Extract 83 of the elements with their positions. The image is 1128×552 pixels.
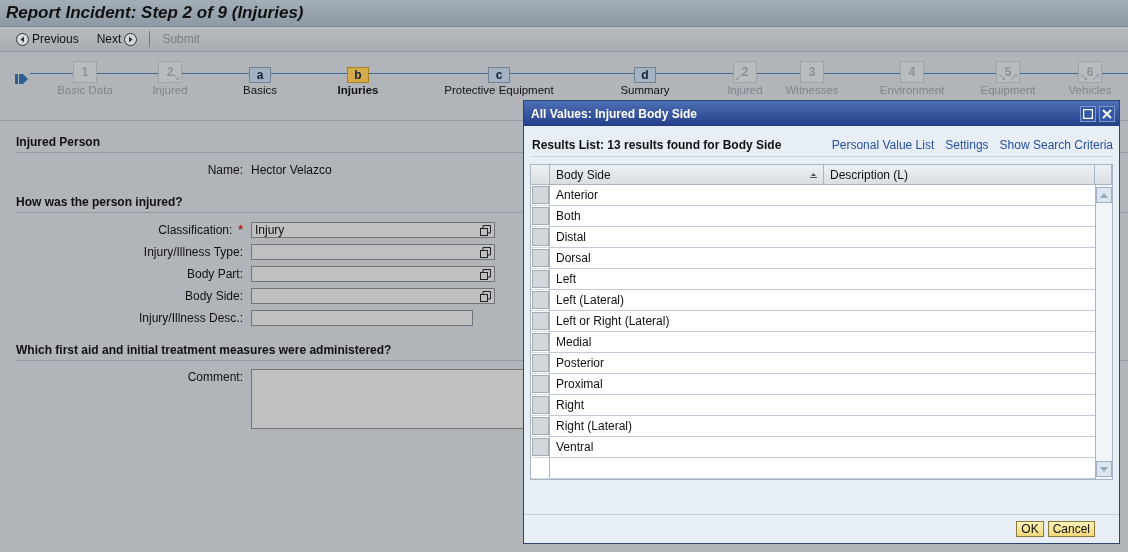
table-cell[interactable]: Proximal — [550, 374, 824, 395]
table-cell[interactable]: Ventral — [550, 437, 824, 458]
value-help-icon[interactable] — [480, 290, 491, 302]
lookup-field[interactable] — [251, 244, 495, 260]
arrow-icon[interactable] — [736, 74, 742, 80]
results-title: Results List: 13 results found for Body Side — [532, 138, 783, 152]
up-arrow-icon — [1100, 192, 1108, 198]
scroll-down-button[interactable] — [1096, 461, 1112, 477]
dialog-button[interactable]: Cancel — [1047, 521, 1095, 537]
header-link[interactable]: Show Search Criteria — [999, 138, 1113, 152]
row-selector[interactable] — [531, 228, 549, 246]
maximize-button[interactable] — [1080, 105, 1096, 122]
table-cell[interactable]: Left (Lateral) — [550, 290, 824, 311]
down-arrow-icon — [1100, 466, 1108, 472]
field-label: Classification: — [158, 223, 233, 237]
step-label: Summary — [620, 84, 670, 96]
row-selector[interactable] — [531, 291, 549, 309]
field-label: Injury/Illness Desc.: — [138, 311, 243, 325]
row-selector[interactable] — [531, 249, 549, 267]
lookup-field[interactable] — [251, 266, 495, 282]
step-label: Injuries — [337, 84, 379, 96]
table-cell[interactable]: Anterior — [550, 185, 824, 206]
required-mark: * — [238, 223, 243, 237]
select-all-header[interactable] — [531, 165, 550, 185]
window-title: Report Incident: Step 2 of 9 (Injuries) — [6, 3, 304, 23]
field-label: Injury/Illness Type: — [143, 245, 243, 259]
table-cell[interactable]: Left — [550, 269, 824, 290]
table-cell[interactable]: Distal — [550, 227, 824, 248]
value-help-icon[interactable] — [480, 246, 491, 258]
roadmap-start-icon — [15, 72, 29, 86]
table-cell[interactable]: Right (Lateral) — [550, 416, 824, 437]
field-label: Comment: — [187, 370, 243, 384]
value-help-icon[interactable] — [480, 224, 491, 236]
header-link[interactable]: Settings — [945, 138, 989, 152]
row-selector[interactable] — [531, 375, 549, 393]
row-selector[interactable] — [531, 207, 549, 225]
toolbar-button[interactable]: Next — [90, 32, 144, 46]
roadmap-step[interactable]: b — [347, 67, 369, 83]
field-label: Name: — [207, 163, 243, 177]
table-cell[interactable]: Both — [550, 206, 824, 227]
scrollbar[interactable] — [1095, 185, 1112, 479]
step-label: Protective Equipment — [444, 84, 554, 96]
arrow-icon[interactable] — [173, 74, 179, 80]
row-selector[interactable] — [531, 312, 549, 330]
field-value: Hector Velazco — [251, 163, 332, 177]
arrow-icon[interactable] — [1093, 74, 1099, 80]
row-selector[interactable] — [531, 186, 549, 204]
table-cell[interactable]: Right — [550, 395, 824, 416]
row-selector[interactable] — [531, 354, 549, 372]
row-selector[interactable] — [531, 438, 549, 456]
input-field[interactable] — [251, 310, 473, 326]
arrow-icon[interactable] — [1011, 74, 1017, 80]
lookup-field[interactable]: Injury — [251, 222, 495, 238]
field-label: Body Part: — [186, 267, 243, 281]
roadmap-step[interactable]: a — [249, 67, 271, 83]
sort-icon[interactable] — [810, 171, 817, 178]
roadmap-step[interactable]: c — [488, 67, 510, 83]
column-header[interactable]: Body Side — [550, 165, 824, 185]
table-cell[interactable]: Left or Right (Lateral) — [550, 311, 824, 332]
row-selector[interactable] — [531, 417, 549, 435]
scroll-up-button[interactable] — [1096, 187, 1112, 203]
row-selector[interactable] — [531, 396, 549, 414]
table-cell[interactable]: Dorsal — [550, 248, 824, 269]
table-cell[interactable]: Posterior — [550, 353, 824, 374]
roadmap-step[interactable]: d — [634, 67, 656, 83]
close-button[interactable] — [1099, 105, 1115, 122]
field-label: Body Side: — [184, 289, 243, 303]
table-cell[interactable]: Medial — [550, 332, 824, 353]
forward-icon — [124, 32, 138, 46]
header-link[interactable]: Personal Value List — [831, 138, 935, 152]
toolbar-button[interactable]: Previous — [10, 32, 85, 46]
column-header[interactable]: Description (L) — [824, 165, 1095, 185]
value-help-icon[interactable] — [480, 268, 491, 280]
lookup-field[interactable] — [251, 288, 495, 304]
step-label: Basics — [243, 84, 277, 96]
dialog-button[interactable]: OK — [1016, 521, 1044, 537]
row-selector[interactable] — [531, 333, 549, 351]
dialog-title: All Values: Injured Body Side — [531, 106, 698, 121]
arrow-icon[interactable] — [999, 74, 1005, 80]
arrow-icon[interactable] — [1081, 74, 1087, 80]
row-selector[interactable] — [531, 458, 550, 479]
row-selector[interactable] — [531, 270, 549, 288]
back-icon — [16, 32, 29, 46]
